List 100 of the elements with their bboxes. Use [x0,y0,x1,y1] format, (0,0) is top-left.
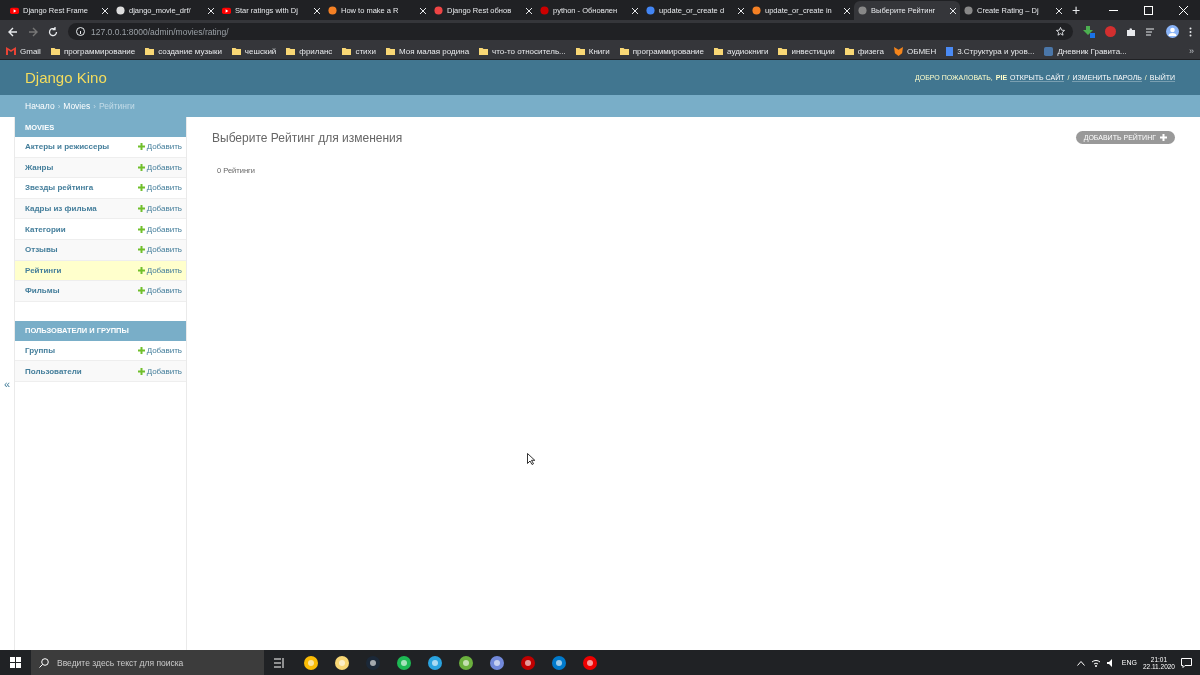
bookmark[interactable]: инвестиции [778,46,835,56]
site-icon [964,6,973,15]
model-link[interactable]: Фильмы [25,286,138,296]
plus-icon [137,205,145,213]
add-link[interactable]: Добавить [137,204,182,214]
forward-arrow-icon[interactable] [28,26,38,37]
bookmark[interactable]: фриланс [286,46,333,56]
plus-icon [137,163,145,171]
bookmark[interactable]: программирование [50,46,136,56]
site-icon [434,6,443,15]
maximize-icon[interactable] [1144,5,1153,15]
bookmark[interactable]: стихи [342,46,376,56]
bookmark[interactable]: ОБМЕН [893,46,937,56]
close-icon[interactable] [102,7,108,14]
model-link[interactable]: Отзывы [25,245,138,255]
model-link[interactable]: Пользователи [25,366,138,376]
bookmark[interactable]: Gmail [6,46,41,56]
bookmark[interactable]: аудиокниги [714,46,769,56]
page-title: Выберите Рейтинг для изменения [212,131,403,145]
app-icon [458,655,473,670]
folder-icon [714,47,724,55]
add-link[interactable]: Добавить [137,265,182,275]
playlist-icon[interactable] [1146,26,1156,37]
reload-icon[interactable] [48,26,58,37]
address-bar[interactable]: 127.0.0.1:8000/admin/movies/rating/ [68,23,1073,40]
more-bookmarks[interactable]: » [1189,46,1194,56]
app-icon [396,655,411,670]
model-link[interactable]: Звезды рейтинга [25,183,138,193]
folder-icon [231,47,241,55]
folder-icon [286,47,296,55]
site-icon [646,6,655,15]
info-icon [76,27,85,36]
close-icon[interactable] [314,7,320,14]
wifi-icon[interactable] [1090,658,1101,667]
close-icon[interactable] [632,7,638,14]
plus-icon [137,143,145,151]
close-icon[interactable] [738,7,744,14]
bookmark[interactable]: программирование [619,46,705,56]
app-icon [582,655,597,670]
site-icon [540,6,549,15]
close-icon[interactable] [208,7,214,14]
search-icon [39,657,49,668]
collapse-sidebar-button[interactable]: « [3,378,11,390]
star-icon[interactable] [1056,27,1065,36]
video-icon [222,6,231,15]
bookmark[interactable]: физега [844,46,884,56]
app-icon [520,655,535,670]
bookmark[interactable]: создание музыки [145,46,222,56]
add-link[interactable]: Добавить [137,366,182,376]
close-icon[interactable] [950,7,956,14]
add-link[interactable]: Добавить [137,142,182,152]
document-icon [946,46,954,56]
avatar-icon[interactable] [1166,25,1179,38]
bookmark[interactable]: Книги [575,46,610,56]
folder-icon [145,47,155,55]
close-icon[interactable] [526,7,532,14]
model-link[interactable]: Категории [25,224,138,234]
add-link[interactable]: Добавить [137,162,182,172]
model-link[interactable]: Актеры и режиссеры [25,142,138,152]
model-link[interactable]: Жанры [25,162,138,172]
model-link[interactable]: Рейтинги [25,265,138,275]
bookmark[interactable]: 3.Структура и уров... [946,46,1035,56]
add-link[interactable]: Добавить [137,346,182,356]
url-text: 127.0.0.1:8000/admin/movies/rating/ [91,26,229,37]
folder-icon [575,47,585,55]
bookmark[interactable]: чешский [231,46,277,56]
bookmark[interactable]: что-то относитель... [479,46,566,56]
app-icon [551,655,566,670]
add-link[interactable]: Добавить [137,245,182,255]
model-link[interactable]: Группы [25,346,138,356]
plus-icon [137,266,145,274]
fox-icon [893,46,903,56]
app-icon [365,655,380,670]
close-icon[interactable] [420,7,426,14]
folder-icon [386,47,395,55]
add-link[interactable]: Добавить [137,183,182,193]
folder-icon [619,47,629,55]
menu-icon[interactable] [1189,26,1192,37]
search-placeholder: Введите здесь текст для поиска [57,657,184,668]
plus-icon [137,347,145,355]
notification-icon[interactable] [1181,657,1192,668]
site-icon [328,6,337,15]
site-title[interactable]: Django Kino [25,69,107,86]
download-icon[interactable] [1083,25,1095,38]
back-arrow-icon[interactable] [8,26,18,37]
add-link[interactable]: Добавить [137,224,182,234]
folder-icon [778,47,788,55]
bookmark[interactable]: Моя малая родина [386,46,470,56]
search-field[interactable]: Введите здесь текст для поиска [31,650,264,675]
plus-icon [137,184,145,192]
add-link[interactable]: Добавить [137,286,182,296]
model-link[interactable]: Кадры из фильма [25,204,138,214]
plus-icon [1160,133,1167,141]
folder-icon [844,47,854,55]
bookmark[interactable]: Дневник Гравита... [1044,46,1127,56]
new-tab-button[interactable]: + [1072,1,1081,20]
close-icon[interactable] [1056,7,1062,14]
chevron-up-icon[interactable] [1076,659,1085,666]
mail-icon [6,47,16,55]
close-icon[interactable] [844,7,850,14]
